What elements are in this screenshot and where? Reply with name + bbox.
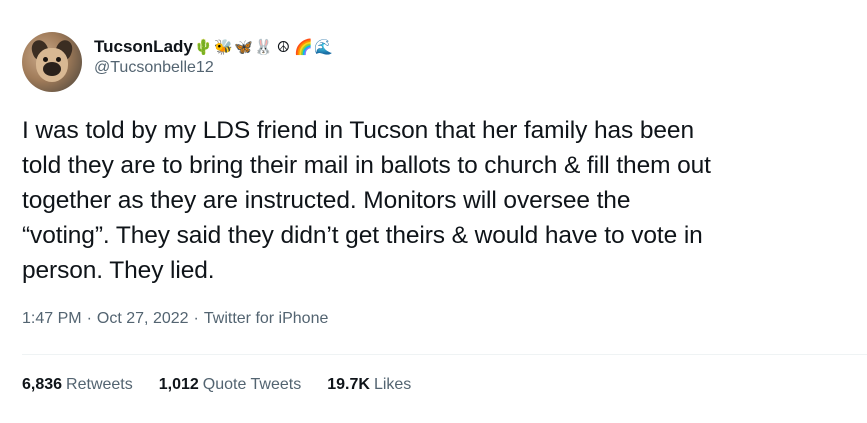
meta-separator: · bbox=[193, 310, 199, 327]
rainbow-icon: 🌈 bbox=[294, 38, 313, 56]
quote-tweets-count: 1,012 bbox=[158, 376, 199, 393]
tweet-time[interactable]: 1:47 PM bbox=[22, 310, 82, 328]
divider bbox=[22, 354, 867, 355]
quote-tweets-label: Quote Tweets bbox=[202, 376, 302, 393]
user-names: TucsonLady 🌵 🐝 🦋 🐰 ☮ 🌈 🌊 @Tucsonbelle12 bbox=[94, 36, 333, 77]
avatar-eye-right bbox=[56, 57, 61, 62]
avatar-muzzle bbox=[43, 62, 61, 76]
tweet-meta: 1:47 PM · Oct 27, 2022 · Twitter for iPh… bbox=[22, 310, 328, 328]
wave-icon: 🌊 bbox=[314, 38, 333, 56]
retweets-stat[interactable]: 6,836 Retweets bbox=[22, 376, 133, 394]
meta-separator: · bbox=[86, 310, 92, 327]
likes-stat[interactable]: 19.7K Likes bbox=[327, 376, 411, 394]
display-name-row[interactable]: TucsonLady 🌵 🐝 🦋 🐰 ☮ 🌈 🌊 bbox=[94, 36, 333, 58]
quote-tweets-stat[interactable]: 1,012 Quote Tweets bbox=[159, 376, 301, 394]
tweet-date[interactable]: Oct 27, 2022 bbox=[97, 310, 189, 328]
display-name[interactable]: TucsonLady bbox=[94, 37, 193, 57]
peace-icon: ☮ bbox=[276, 38, 291, 56]
tweet-header: TucsonLady 🌵 🐝 🦋 🐰 ☮ 🌈 🌊 @Tucsonbelle12 bbox=[22, 32, 333, 92]
likes-label: Likes bbox=[373, 376, 412, 393]
retweets-count: 6,836 bbox=[22, 376, 63, 393]
cactus-icon: 🌵 bbox=[194, 38, 213, 56]
tweet-stats: 6,836 Retweets 1,012 Quote Tweets 19.7K Lik… bbox=[22, 376, 437, 394]
avatar[interactable] bbox=[22, 32, 82, 92]
butterfly-icon: 🦋 bbox=[234, 38, 253, 56]
retweets-label: Retweets bbox=[66, 376, 133, 393]
rabbit-icon: 🐰 bbox=[254, 38, 273, 56]
likes-count: 19.7K bbox=[327, 376, 370, 393]
tweet-source[interactable]: Twitter for iPhone bbox=[204, 310, 329, 328]
user-handle[interactable]: @Tucsonbelle12 bbox=[94, 59, 333, 77]
tweet-text: I was told by my LDS friend in Tucson th… bbox=[22, 117, 711, 284]
bee-icon: 🐝 bbox=[214, 38, 233, 56]
avatar-eye-left bbox=[43, 57, 48, 62]
